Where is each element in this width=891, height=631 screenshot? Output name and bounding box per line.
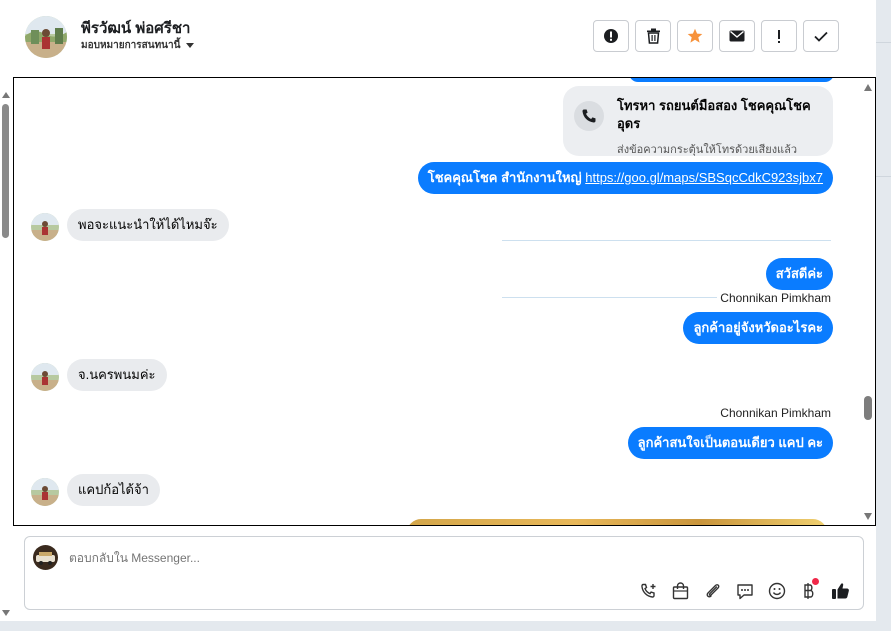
mark-spam-button[interactable] [593, 20, 629, 52]
baht-icon [803, 583, 813, 599]
attach-button[interactable] [701, 581, 724, 601]
message-bubble-incoming[interactable]: แคปก้อได้จ้า [67, 474, 160, 506]
message-text: โชคคุณโชค สำนักงานใหญ่ [427, 170, 586, 185]
page-scroll-up-icon[interactable] [2, 92, 10, 98]
call-card[interactable]: โทรหา รถยนต์มือสอง โชคคุณโชค อุดร ส่งข้อ… [563, 86, 833, 156]
side-panel-edge [876, 0, 891, 631]
contact-avatar-small [31, 478, 59, 506]
separator-line [502, 240, 831, 241]
contact-name: พีรวัฒน์ พ่อศรีชา [81, 20, 191, 37]
reply-input[interactable] [69, 551, 669, 565]
message-bubble-outgoing[interactable]: สวัสดีค่ะ [765, 258, 833, 290]
envelope-icon [729, 30, 745, 42]
phone-icon [574, 101, 604, 131]
previous-message-bubble [629, 78, 834, 82]
message-bubble-incoming[interactable]: พอจะแนะนำให้ได้ไหมจ๊ะ [67, 209, 229, 241]
map-link[interactable]: https://goo.gl/maps/SBSqcCdkC923sjbx7 [585, 170, 823, 185]
mark-done-button[interactable] [803, 20, 839, 52]
call-card-subtitle: ส่งข้อความกระตุ้นให้โทรด้วยเสียงแล้ว [617, 144, 798, 156]
scroll-up-arrow-icon[interactable] [864, 84, 872, 91]
trash-icon [646, 28, 660, 44]
star-icon [687, 28, 703, 43]
contact-avatar-small [31, 213, 59, 241]
chat-bubble-icon [736, 583, 753, 599]
mark-unread-button[interactable] [719, 20, 755, 52]
page-scroll-thumb[interactable] [2, 104, 9, 238]
page-avatar [33, 545, 58, 570]
assign-label: มอบหมายการสนทนานี้ [81, 40, 181, 51]
saved-replies-button[interactable] [733, 581, 756, 601]
contact-avatar-small [31, 363, 59, 391]
message-thread[interactable]: โทรหา รถยนต์มือสอง โชคคุณโชค อุดร ส่งข้อ… [13, 77, 876, 526]
separator-line [502, 297, 717, 298]
assign-conversation-dropdown[interactable]: มอบหมายการสนทนานี้ [81, 38, 195, 53]
delete-button[interactable] [635, 20, 671, 52]
phone-plus-icon [640, 583, 655, 598]
page-scrollbar[interactable] [0, 90, 12, 620]
exclamation-icon [778, 29, 780, 43]
shop-button[interactable] [669, 581, 692, 601]
caret-down-icon [186, 42, 195, 48]
scroll-down-arrow-icon[interactable] [864, 513, 872, 520]
conversation-panel: พีรวัฒน์ พ่อศรีชา มอบหมายการสนทนานี้ โทร… [0, 0, 876, 621]
emoji-button[interactable] [765, 581, 788, 601]
message-bubble-outgoing[interactable]: ลูกค้าสนใจเป็นตอนเดียว แคป คะ [627, 427, 833, 459]
thumbs-up-icon [832, 583, 849, 599]
call-card-title: โทรหา รถยนต์มือสอง โชคคุณโชค อุดร [617, 98, 811, 131]
message-bubble-incoming[interactable]: จ.นครพนมค่ะ [67, 359, 167, 391]
notification-dot [812, 578, 819, 585]
conversation-header: พีรวัฒน์ พ่อศรีชา มอบหมายการสนทนานี้ [0, 0, 876, 76]
alert-circle-icon [604, 29, 618, 43]
checkmark-icon [814, 31, 828, 42]
message-bubble-outgoing[interactable]: ลูกค้าอยู่จังหวัดอะไรคะ [683, 312, 833, 344]
bottom-edge [0, 621, 876, 631]
sender-name: Chonnikan Pimkham [720, 406, 831, 420]
header-actions [593, 20, 839, 52]
thread-scrollbar[interactable] [861, 78, 875, 525]
follow-up-button[interactable] [761, 20, 797, 52]
like-button[interactable] [829, 581, 852, 601]
message-bubble-outgoing[interactable]: โชคคุณโชค สำนักงานใหญ่ https://goo.gl/ma… [417, 162, 833, 194]
page-scroll-down-icon[interactable] [2, 610, 10, 616]
reply-composer [24, 536, 864, 610]
payment-button[interactable] [797, 578, 820, 601]
star-button[interactable] [677, 20, 713, 52]
paperclip-icon [706, 584, 719, 598]
scroll-thumb[interactable] [864, 396, 872, 420]
sender-name: Chonnikan Pimkham [720, 291, 831, 305]
image-attachment-preview[interactable] [407, 519, 827, 525]
contact-avatar[interactable] [25, 16, 67, 58]
shopping-bag-icon [672, 582, 689, 600]
smiley-icon [768, 582, 785, 600]
composer-toolbar [637, 578, 852, 601]
call-button[interactable] [637, 581, 660, 601]
